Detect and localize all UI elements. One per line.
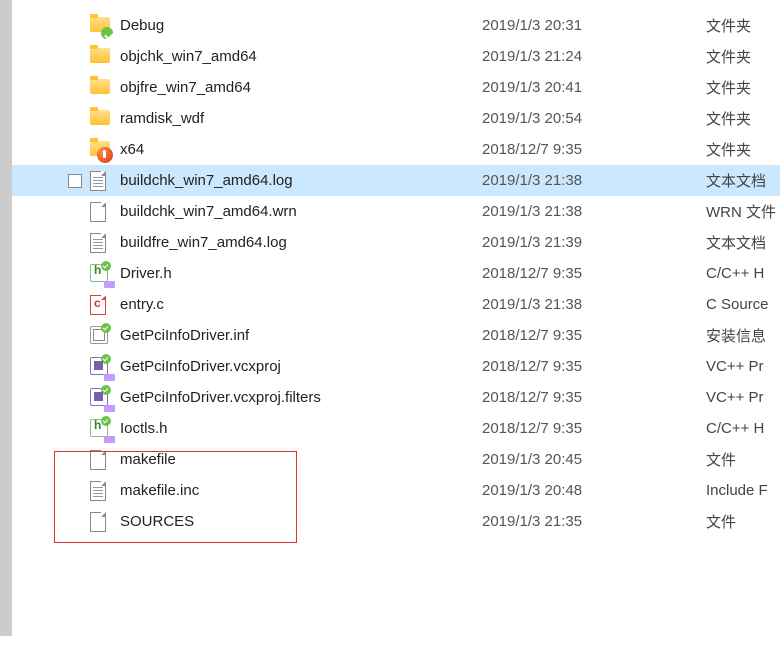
file-row[interactable]: Ioctls.h 2018/12/7 9:35 C/C++ H xyxy=(12,413,780,444)
file-name: Debug xyxy=(120,17,470,34)
file-date: 2019/1/3 20:54 xyxy=(482,110,622,127)
file-date: 2019/1/3 20:31 xyxy=(482,17,622,34)
file-date: 2019/1/3 20:48 xyxy=(482,482,622,499)
file-name: entry.c xyxy=(120,296,470,313)
file-date: 2019/1/3 21:35 xyxy=(482,513,622,530)
file-name: GetPciInfoDriver.vcxproj xyxy=(120,358,470,375)
file-name: buildchk_win7_amd64.wrn xyxy=(120,203,470,220)
file-row[interactable]: objfre_win7_amd64 2019/1/3 20:41 文件夹 xyxy=(12,72,780,103)
file-date: 2018/12/7 9:35 xyxy=(482,265,622,282)
c-source-icon xyxy=(90,295,110,315)
file-name: buildfre_win7_amd64.log xyxy=(120,234,470,251)
folder-error-icon xyxy=(90,140,110,160)
file-name: objchk_win7_amd64 xyxy=(120,48,470,65)
file-row[interactable]: GetPciInfoDriver.vcxproj.filters 2018/12/… xyxy=(12,382,780,413)
file-row[interactable]: makefile 2019/1/3 20:45 文件 xyxy=(12,444,780,475)
file-type: C/C++ H xyxy=(706,265,764,282)
file-row[interactable]: objchk_win7_amd64 2019/1/3 21:24 文件夹 xyxy=(12,41,780,72)
file-date: 2019/1/3 21:38 xyxy=(482,296,622,313)
file-type: VC++ Pr xyxy=(706,389,764,406)
file-date: 2018/12/7 9:35 xyxy=(482,141,622,158)
blank-file-icon xyxy=(90,202,110,222)
file-row[interactable]: buildfre_win7_amd64.log 2019/1/3 21:39 文本文… xyxy=(12,227,780,258)
row-checkbox[interactable] xyxy=(68,174,82,188)
folder-ok-icon xyxy=(90,16,110,36)
file-date: 2018/12/7 9:35 xyxy=(482,389,622,406)
file-date: 2019/1/3 21:39 xyxy=(482,234,622,251)
text-file-icon xyxy=(90,481,110,501)
file-type: C Source xyxy=(706,296,769,313)
file-type: 文本文档 xyxy=(706,232,766,253)
file-type: 文件夹 xyxy=(706,108,751,129)
file-row[interactable]: buildchk_win7_amd64.wrn 2019/1/3 21:38 WRN… xyxy=(12,196,780,227)
file-name: GetPciInfoDriver.inf xyxy=(120,327,470,344)
file-row[interactable]: makefile.inc 2019/1/3 20:48 Include F xyxy=(12,475,780,506)
file-row[interactable]: SOURCES 2019/1/3 21:35 文件 xyxy=(12,506,780,537)
file-name: makefile.inc xyxy=(120,482,470,499)
file-name: Driver.h xyxy=(120,265,470,282)
file-type: 文件夹 xyxy=(706,46,751,67)
file-name: x64 xyxy=(120,141,470,158)
file-row[interactable]: GetPciInfoDriver.vcxproj 2018/12/7 9:35 VC… xyxy=(12,351,780,382)
file-date: 2018/12/7 9:35 xyxy=(482,420,622,437)
file-name: ramdisk_wdf xyxy=(120,110,470,127)
file-date: 2019/1/3 20:45 xyxy=(482,451,622,468)
file-row[interactable]: Driver.h 2018/12/7 9:35 C/C++ H xyxy=(12,258,780,289)
file-type: 文本文档 xyxy=(706,170,766,191)
file-name: SOURCES xyxy=(120,513,470,530)
file-row[interactable]: GetPciInfoDriver.inf 2018/12/7 9:35 安装信息 xyxy=(12,320,780,351)
file-type: C/C++ H xyxy=(706,420,764,437)
file-type: WRN 文件 xyxy=(706,201,776,222)
file-type: 文件夹 xyxy=(706,77,751,98)
file-type: 文件 xyxy=(706,511,736,532)
file-row[interactable]: entry.c 2019/1/3 21:38 C Source xyxy=(12,289,780,320)
file-name: buildchk_win7_amd64.log xyxy=(120,172,470,189)
file-name: makefile xyxy=(120,451,470,468)
file-date: 2019/1/3 20:41 xyxy=(482,79,622,96)
folder-icon xyxy=(90,47,110,67)
file-name: objfre_win7_amd64 xyxy=(120,79,470,96)
file-name: Ioctls.h xyxy=(120,420,470,437)
file-date: 2018/12/7 9:35 xyxy=(482,358,622,375)
text-file-icon xyxy=(90,233,110,253)
vcxproj-icon xyxy=(90,388,110,408)
header-file-icon xyxy=(90,419,110,439)
inf-file-icon xyxy=(90,326,110,346)
file-row[interactable]: buildchk_win7_amd64.log 2019/1/3 21:38 文本文… xyxy=(12,165,780,196)
blank-file-icon xyxy=(90,512,110,532)
file-type: 安装信息 xyxy=(706,325,766,346)
vcxproj-icon xyxy=(90,357,110,377)
file-row[interactable]: ramdisk_wdf 2019/1/3 20:54 文件夹 xyxy=(12,103,780,134)
file-type: VC++ Pr xyxy=(706,358,764,375)
file-date: 2019/1/3 21:24 xyxy=(482,48,622,65)
file-type: 文件 xyxy=(706,449,736,470)
file-date: 2018/12/7 9:35 xyxy=(482,327,622,344)
file-row[interactable]: Debug 2019/1/3 20:31 文件夹 xyxy=(12,10,780,41)
folder-icon xyxy=(90,78,110,98)
file-type: 文件夹 xyxy=(706,139,751,160)
file-date: 2019/1/3 21:38 xyxy=(482,172,622,189)
text-file-icon xyxy=(90,171,110,191)
file-type: Include F xyxy=(706,482,768,499)
header-file-icon xyxy=(90,264,110,284)
file-type: 文件夹 xyxy=(706,15,751,36)
left-gutter xyxy=(0,0,12,636)
file-row[interactable]: x64 2018/12/7 9:35 文件夹 xyxy=(12,134,780,165)
file-date: 2019/1/3 21:38 xyxy=(482,203,622,220)
file-name: GetPciInfoDriver.vcxproj.filters xyxy=(120,389,470,406)
blank-file-icon xyxy=(90,450,110,470)
folder-icon xyxy=(90,109,110,129)
file-list: Debug 2019/1/3 20:31 文件夹 objchk_win7_amd64 2… xyxy=(12,0,780,652)
